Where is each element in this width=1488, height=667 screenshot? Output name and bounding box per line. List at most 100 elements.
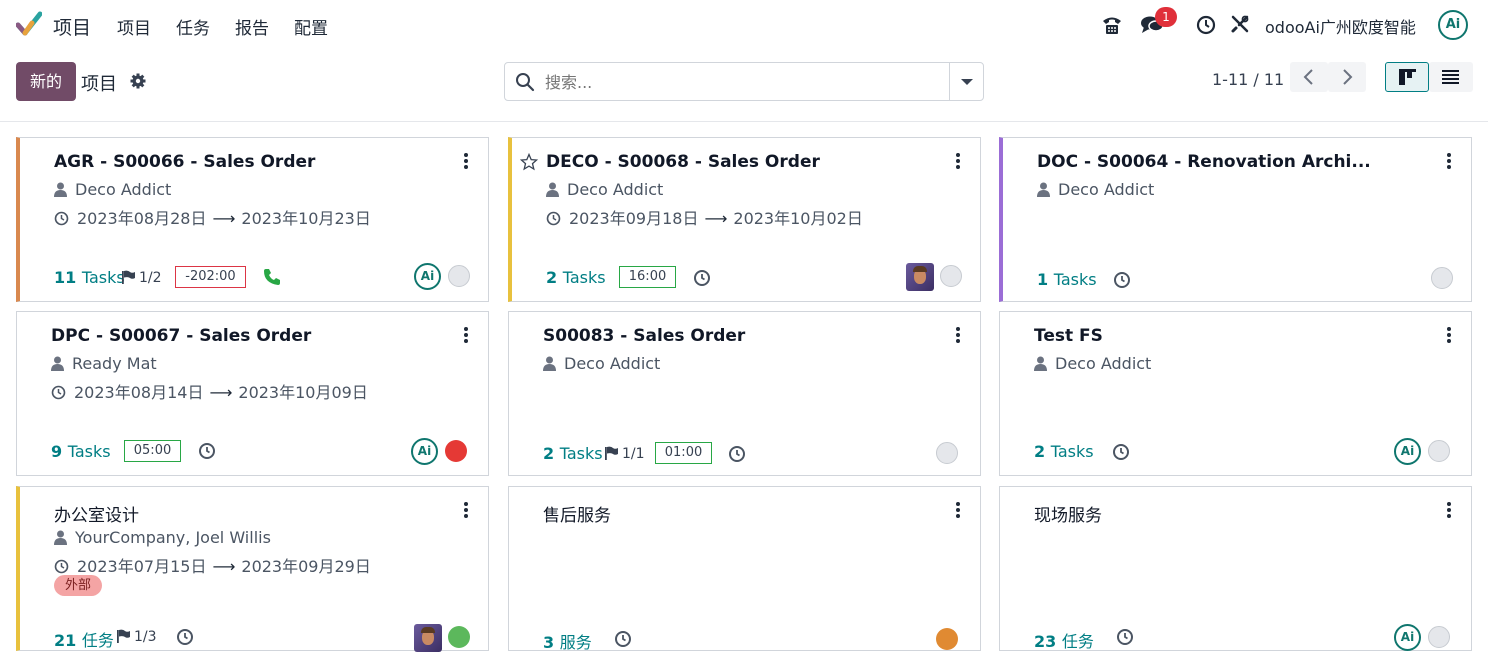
app-name[interactable]: 项目 (53, 13, 91, 40)
project-dates: 2023年08月28日 ⟶ 2023年10月23日 (54, 205, 371, 229)
tasks-link[interactable]: 1 Tasks (1037, 270, 1097, 289)
assignee-avatar[interactable]: Ai (1394, 438, 1421, 465)
status-indicator[interactable] (1428, 440, 1450, 462)
status-indicator[interactable] (448, 626, 470, 648)
pager-value[interactable]: 1-11 / 11 (1212, 70, 1284, 89)
project-title[interactable]: DECO - S00068 - Sales Order (546, 152, 820, 172)
tasks-label: Tasks (81, 268, 125, 287)
new-project-button[interactable]: 新的 (16, 62, 76, 101)
project-title[interactable]: DPC - S00067 - Sales Order (51, 326, 311, 346)
timesheet-remaining: 01:00 (655, 442, 712, 464)
customer-name: Deco Addict (1058, 180, 1155, 199)
menu-item-projects[interactable]: 项目 (117, 14, 151, 39)
tasks-link[interactable]: 2 Tasks (546, 268, 606, 287)
assignee-photo[interactable] (414, 624, 442, 652)
project-card[interactable]: 办公室设计 YourCompany, Joel Willis 2023年07月1… (16, 486, 489, 652)
project-card[interactable]: Test FS Deco Addict 2 Tasks Ai (999, 311, 1472, 476)
activity-clock-icon[interactable] (1113, 271, 1131, 289)
project-title[interactable]: 售后服务 (543, 501, 611, 526)
tasks-label: Tasks (1050, 442, 1094, 461)
project-card[interactable]: 现场服务 23 任务 Ai (999, 486, 1472, 651)
card-menu-button[interactable] (1446, 327, 1452, 343)
project-customer: Deco Addict (543, 354, 660, 373)
search-input[interactable] (545, 71, 940, 93)
card-menu-button[interactable] (955, 502, 961, 518)
assignee-avatar[interactable]: Ai (1394, 624, 1421, 651)
activity-clock-icon[interactable] (1196, 15, 1216, 35)
tasks-link[interactable]: 2 Tasks (543, 444, 603, 463)
assignee-avatar[interactable]: Ai (414, 263, 441, 290)
status-indicator[interactable] (445, 440, 467, 462)
tasks-link[interactable]: 9 Tasks (51, 442, 111, 461)
gear-icon[interactable] (129, 72, 147, 90)
debug-tools-icon[interactable] (1230, 14, 1250, 34)
status-indicator[interactable] (940, 265, 962, 287)
kanban-view-button[interactable] (1385, 62, 1429, 92)
activity-clock-icon[interactable] (176, 628, 194, 646)
date-end: 2023年10月09日 (238, 383, 368, 402)
project-card[interactable]: DOC - S00064 - Renovation Archi... Deco … (999, 137, 1472, 302)
milestone-progress: 1/3 (134, 629, 157, 645)
tasks-link[interactable]: 21 任务 (54, 627, 114, 651)
pager-next-button[interactable] (1328, 62, 1366, 92)
project-card[interactable]: S00083 - Sales Order Deco Addict 2 Tasks… (508, 311, 981, 476)
activity-clock-icon[interactable] (693, 269, 711, 287)
phone-icon[interactable] (1101, 14, 1123, 36)
activity-clock-icon[interactable] (728, 445, 746, 463)
status-indicator[interactable] (448, 265, 470, 287)
project-title[interactable]: AGR - S00066 - Sales Order (54, 152, 315, 172)
menu-item-configuration[interactable]: 配置 (294, 14, 328, 39)
card-menu-button[interactable] (463, 327, 469, 343)
list-view-button[interactable] (1429, 62, 1473, 92)
assignee-avatar[interactable]: Ai (411, 438, 438, 465)
status-indicator[interactable] (936, 628, 958, 650)
company-switcher[interactable]: odooAi广州欧度智能 (1265, 14, 1416, 38)
status-indicator[interactable] (1431, 267, 1453, 289)
activity-clock-icon[interactable] (614, 630, 632, 648)
pager-previous-button[interactable] (1290, 62, 1328, 92)
card-menu-button[interactable] (463, 502, 469, 518)
status-indicator[interactable] (1428, 626, 1450, 648)
project-title[interactable]: S00083 - Sales Order (543, 326, 745, 346)
clock-icon (51, 385, 66, 400)
search-options-toggle[interactable] (949, 63, 983, 100)
star-icon[interactable] (520, 153, 538, 171)
milestone-indicator[interactable]: 1/3 (116, 629, 157, 645)
search-bar (504, 62, 984, 101)
tasks-link[interactable]: 3 服务 (543, 629, 592, 653)
card-menu-button[interactable] (463, 153, 469, 169)
card-menu-button[interactable] (955, 327, 961, 343)
project-title[interactable]: DOC - S00064 - Renovation Archi... (1037, 152, 1371, 172)
menu-item-tasks[interactable]: 任务 (176, 14, 210, 39)
card-menu-button[interactable] (1446, 153, 1452, 169)
project-title[interactable]: 办公室设计 (54, 501, 139, 526)
activity-clock-icon[interactable] (198, 442, 216, 460)
tasks-link[interactable]: 2 Tasks (1034, 442, 1094, 461)
project-card[interactable]: AGR - S00066 - Sales Order Deco Addict 2… (16, 137, 489, 302)
tasks-count: 1 (1037, 270, 1049, 289)
menu-item-reports[interactable]: 报告 (235, 14, 269, 39)
project-card[interactable]: DECO - S00068 - Sales Order Deco Addict … (508, 137, 981, 302)
customer-name: Deco Addict (564, 354, 661, 373)
tasks-link[interactable]: 11 Tasks (54, 268, 125, 287)
activity-clock-icon[interactable] (1112, 443, 1130, 461)
phone-green-icon[interactable] (263, 268, 281, 286)
assignee-photo[interactable] (906, 263, 934, 291)
project-card[interactable]: DPC - S00067 - Sales Order Ready Mat 202… (16, 311, 489, 476)
tasks-label: Tasks (559, 444, 603, 463)
project-card[interactable]: 售后服务 3 服务 (508, 486, 981, 653)
card-menu-button[interactable] (1446, 502, 1452, 518)
project-title[interactable]: 现场服务 (1034, 501, 1102, 526)
user-avatar[interactable]: Ai (1438, 10, 1468, 40)
card-menu-button[interactable] (955, 153, 961, 169)
project-title[interactable]: Test FS (1034, 326, 1103, 346)
person-icon (546, 182, 559, 197)
milestone-indicator[interactable]: 1/1 (604, 446, 645, 462)
milestone-indicator[interactable]: 1/2 (121, 270, 162, 286)
app-logo-icon[interactable] (16, 11, 42, 37)
status-indicator[interactable] (936, 442, 958, 464)
project-tag[interactable]: 外部 (54, 575, 103, 596)
activity-clock-icon[interactable] (1116, 628, 1134, 646)
person-icon (543, 356, 556, 371)
tasks-link[interactable]: 23 任务 (1034, 628, 1094, 652)
